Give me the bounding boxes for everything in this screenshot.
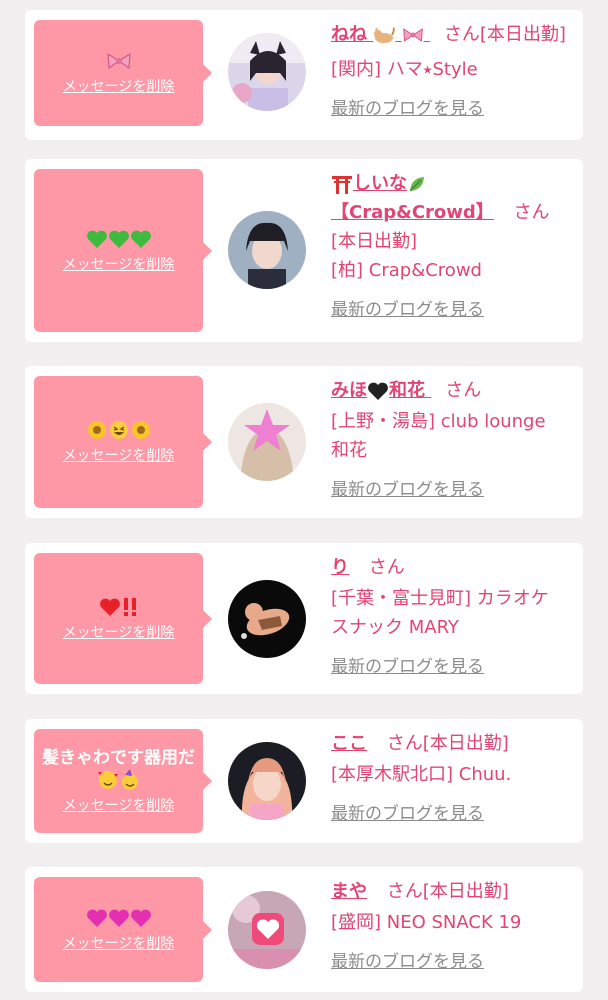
message-bubble: 髪きゃわです器用だ メッセージを削除 [34,729,212,833]
latest-blog-link[interactable]: 最新のブログを見る [331,94,484,119]
red-heart-emoji-icon [99,598,120,616]
user-name[interactable]: ねね [331,24,430,45]
message-bubble: メッセージを削除 [34,20,212,126]
bow-emoji-icon [106,52,131,70]
double-exclamation-emoji-icon [123,597,136,616]
user-name[interactable]: り [331,557,349,578]
delete-message-link[interactable]: メッセージを削除 [63,622,175,642]
san-label: さん [368,557,405,578]
latest-blog-link[interactable]: 最新のブログを見る [331,475,484,500]
delete-message-link[interactable]: メッセージを削除 [63,795,175,815]
user-name-shop[interactable]: 【Crap&Crowd】 [331,202,494,223]
shift-status: [本日出勤] [479,24,566,45]
green-heart-emoji-icon [108,230,129,248]
message-card: メッセージを削除 みほ 和花 さん [上野・湯島] club lounge 和花 … [25,366,583,518]
message-text [80,228,158,250]
san-label: さん [386,733,423,754]
area-shop: [上野・湯島] club lounge [331,411,546,432]
latest-blog-link[interactable]: 最新のブログを見る [331,295,484,320]
torii-emoji-icon [332,176,352,194]
delete-message-link[interactable]: メッセージを削除 [63,445,175,465]
card-info: みほ 和花 さん [上野・湯島] club lounge 和花 最新のブログを見る [331,376,577,500]
user-name[interactable]: みほ 和花 [331,380,431,401]
delete-message-link[interactable]: メッセージを削除 [63,76,175,96]
user-name[interactable]: まや [331,881,367,902]
message-card: メッセージを削除 まや さん[本日出勤] [盛岡] NEO SNACK 19 最… [25,867,583,992]
message-card: メッセージを削除 り さん [千葉・富士見町] カラオケ スナック MARY 最… [25,543,583,694]
green-heart-emoji-icon [130,230,151,248]
message-bubble: メッセージを削除 [34,553,212,684]
message-bubble: メッセージを削除 [34,376,212,508]
message-bubble: メッセージを削除 [34,169,212,332]
delete-message-link[interactable]: メッセージを削除 [63,933,175,953]
pink-heart-emoji-icon [130,909,151,927]
message-text [93,596,145,618]
message-bubble: メッセージを削除 [34,877,212,982]
bow-emoji-icon [402,28,423,42]
card-info: まや さん[本日出勤] [盛岡] NEO SNACK 19 最新のブログを見る [331,877,577,972]
shift-status: [本日出勤] [331,231,418,252]
area-shop-cont: 和花 [331,440,367,461]
latest-blog-link[interactable]: 最新のブログを見る [331,652,484,677]
avatar[interactable] [228,742,306,820]
san-label: さん [513,202,550,223]
user-name[interactable]: ここ [331,733,367,754]
leaf-emoji-icon [409,177,424,192]
latest-blog-link[interactable]: 最新のブログを見る [331,947,484,972]
green-heart-emoji-icon [86,230,107,248]
sunflower-emoji-icon [131,421,150,439]
message-text [80,907,158,929]
delete-message-link[interactable]: メッセージを削除 [63,254,175,274]
message-card: メッセージを削除 しいな 【Crap&Crowd】 さん [本日出勤] [柏] … [25,159,583,342]
avatar[interactable] [228,403,306,481]
card-info: しいな 【Crap&Crowd】 さん [本日出勤] [柏] Crap&Crow… [331,169,577,320]
smiling-hearts-emoji-icon [97,771,118,789]
shift-status: [本日出勤] [422,881,509,902]
message-card: メッセージを削除 ねね さん[本日出勤] [関内] ハマ⭑Style 最新のブロ… [25,10,583,140]
party-face-emoji-icon [121,769,138,790]
shift-status: [本日出勤] [422,733,509,754]
card-info: ねね さん[本日出勤] [関内] ハマ⭑Style 最新のブログを見る [331,20,577,119]
area-shop: [関内] ハマ⭑Style [331,59,478,80]
area-shop: [本厚木駅北口] Chuu. [331,764,512,785]
pink-heart-emoji-icon [108,909,129,927]
san-label: さん [386,881,423,902]
san-label: さん [443,24,480,45]
cat-emoji-icon [374,27,396,43]
area-shop: [柏] Crap&Crowd [331,260,482,281]
sunflower-emoji-icon [87,421,106,439]
black-heart-emoji-icon [368,382,388,400]
area-shop-cont: スナック MARY [331,617,459,638]
san-label: さん [445,380,482,401]
latest-blog-link[interactable]: 最新のブログを見る [331,799,484,824]
avatar[interactable] [228,211,306,289]
area-shop: [千葉・富士見町] カラオケ [331,588,549,609]
area-shop: [盛岡] NEO SNACK 19 [331,912,522,933]
avatar[interactable] [228,580,306,658]
pink-heart-emoji-icon [86,909,107,927]
card-info: ここ さん[本日出勤] [本厚木駅北口] Chuu. 最新のブログを見る [331,729,577,824]
laughing-face-emoji-icon [109,421,128,439]
message-card: 髪きゃわです器用だ メッセージを削除 ここ さん[本日出勤] [本厚木駅北口] … [25,719,583,843]
message-text [80,419,158,441]
card-info: り さん [千葉・富士見町] カラオケ スナック MARY 最新のブログを見る [331,553,577,677]
avatar[interactable] [228,891,306,969]
message-text: 髪きゃわです器用だ [34,747,203,791]
message-text [100,50,138,72]
user-name[interactable]: しいな [331,173,427,194]
avatar[interactable] [228,33,306,111]
